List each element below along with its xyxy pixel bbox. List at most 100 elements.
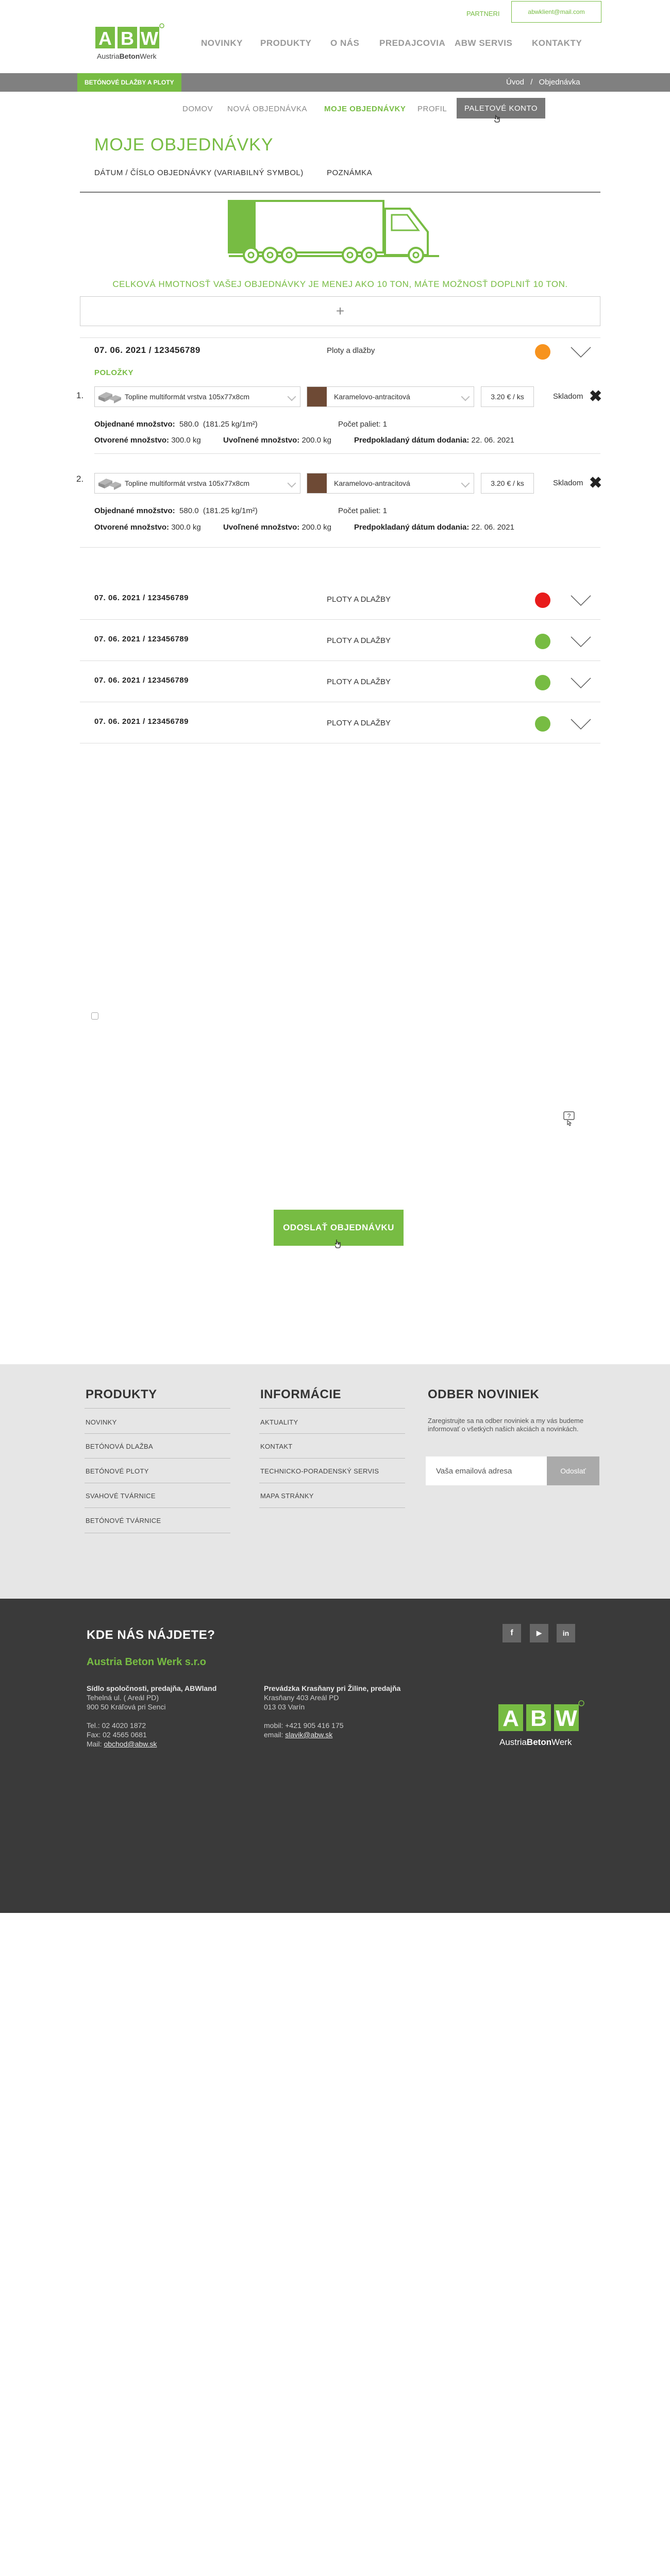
footer-kde-title: KDE NÁS NÁJDETE?	[87, 1628, 215, 1642]
price-field[interactable]: 3.20 € / ks	[481, 386, 534, 407]
header-divider	[80, 192, 600, 193]
logo-sub-beton: Beton	[526, 1737, 552, 1747]
linkedin-icon[interactable]: in	[557, 1624, 575, 1642]
order-divider	[80, 619, 600, 620]
footer-informacie-title: INFORMÁCIE	[260, 1387, 341, 1401]
order-divider	[80, 337, 600, 338]
email-label: email:	[264, 1731, 283, 1739]
released-quantity: Uvoľnené množstvo: 200.0 kg	[223, 523, 331, 532]
subnav-moje-objednavky[interactable]: MOJE OBJEDNÁVKY	[324, 105, 406, 113]
address-prevadzka: Prevádzka Krasňany pri Žiline, predajňa …	[264, 1684, 429, 1739]
footer-divider	[259, 1507, 405, 1508]
logo-sub-werk: Werk	[551, 1737, 572, 1747]
item-number: 1.	[76, 391, 84, 400]
nav-novinky[interactable]: NOVINKY	[201, 38, 243, 48]
order-category: PLOTY A DLAŽBY	[327, 595, 391, 604]
checkbox[interactable]	[91, 1012, 98, 1020]
date-value: 22. 06. 2021	[471, 436, 514, 445]
logo-sub-werk: Werk	[140, 52, 157, 60]
items-title: POLOŽKY	[94, 368, 134, 377]
footer-link-kontakt[interactable]: KONTAKT	[260, 1443, 293, 1450]
youtube-icon[interactable]: ▶	[530, 1624, 548, 1642]
footer-link-servis[interactable]: TECHNICKO-PORADENSKÝ SERVIS	[260, 1467, 379, 1475]
fax: Fax: 02 4565 0681	[87, 1731, 147, 1739]
paving-block-icon	[98, 392, 121, 403]
paletove-konto-button[interactable]: PALETOVÉ KONTO	[457, 98, 545, 118]
price-field[interactable]: 3.20 € / ks	[481, 473, 534, 494]
chevron-down-icon	[461, 479, 470, 488]
footer-link-betonove-tvarnice[interactable]: BETÓNOVÉ TVÁRNICE	[86, 1517, 161, 1524]
footer-link-mapa[interactable]: MAPA STRÁNKY	[260, 1492, 314, 1500]
newsletter-description: Zaregistrujte sa na odber noviniek a my …	[428, 1417, 584, 1433]
mail-link[interactable]: obchod@abw.sk	[104, 1740, 157, 1748]
abw-logo[interactable]: A B W AustriaBetonWerk	[93, 23, 166, 64]
footer-link-aktuality[interactable]: AKTUALITY	[260, 1418, 298, 1426]
footer-link-betonova-dlazba[interactable]: BETÓNOVÁ DLAŽBA	[86, 1443, 153, 1450]
subnav-nova-objednavka[interactable]: NOVÁ OBJEDNÁVKA	[227, 105, 307, 113]
footer-link-svahove-tvarnice[interactable]: SVAHOVÉ TVÁRNICE	[86, 1492, 156, 1500]
order-header[interactable]: 07. 06. 2021 / 123456789	[94, 635, 189, 643]
color-select[interactable]: Karamelovo-antracitová	[307, 473, 474, 494]
chevron-down-icon[interactable]	[571, 347, 591, 358]
color-swatch	[307, 473, 327, 493]
pallets-label: Počet paliet:	[338, 506, 381, 515]
remove-item-icon[interactable]: ✖	[589, 476, 602, 491]
add-order-button[interactable]: +	[80, 296, 600, 326]
order-divider	[80, 547, 600, 548]
svg-text:W: W	[141, 28, 158, 49]
nav-o-nas[interactable]: O NÁS	[330, 38, 359, 48]
category-tag[interactable]: BETÓNOVÉ DLAŽBY A PLOTY	[77, 73, 181, 92]
ordered-quantity: Objednané množstvo: 580.0 (181.25 kg/1m²…	[94, 506, 258, 515]
footer-divider	[259, 1408, 405, 1409]
footer-contact-section	[0, 1599, 670, 1913]
footer-link-betonove-ploty[interactable]: BETÓNOVÉ PLOTY	[86, 1467, 149, 1475]
subnav-profil[interactable]: PROFIL	[417, 105, 447, 113]
newsletter-submit-button[interactable]: Odoslať	[547, 1456, 599, 1485]
newsletter-email-input[interactable]: Vaša emailová adresa	[426, 1456, 547, 1485]
open-label: Otvorené množstvo:	[94, 436, 170, 445]
product-select[interactable]: Topline multiformát vrstva 105x77x8cm	[94, 386, 300, 407]
footer-divider	[85, 1458, 230, 1459]
footer-logo: A B W AustriaBetonWerk	[497, 1700, 585, 1754]
page-title: MOJE OBJEDNÁVKY	[94, 135, 274, 155]
chevron-down-icon[interactable]	[571, 719, 591, 730]
nav-abw-servis[interactable]: ABW SERVIS	[455, 38, 512, 48]
order-header-expanded[interactable]: 07. 06. 2021 / 123456789	[94, 345, 200, 355]
remove-item-icon[interactable]: ✖	[589, 389, 602, 404]
partneri-link[interactable]: PARTNERI	[466, 10, 500, 18]
ordered-label: Objednané množstvo:	[94, 420, 175, 429]
chevron-down-icon	[287, 392, 296, 401]
logo-subtitle: AustriaBetonWerk	[97, 52, 157, 60]
order-header[interactable]: 07. 06. 2021 / 123456789	[94, 676, 189, 685]
footer-odber-title: ODBER NOVINIEK	[428, 1387, 540, 1401]
color-name: Karamelovo-antracitová	[334, 479, 410, 487]
released-quantity: Uvoľnené množstvo: 200.0 kg	[223, 436, 331, 445]
truck-capacity-graphic	[228, 198, 441, 265]
email-link[interactable]: slavik@abw.sk	[285, 1731, 332, 1739]
subnav-domov[interactable]: DOMOV	[182, 105, 213, 113]
nav-kontakty[interactable]: KONTAKTY	[532, 38, 582, 48]
pallet-count: Počet paliet: 1	[338, 506, 387, 515]
breadcrumb-home[interactable]: Úvod	[506, 78, 524, 87]
ordered-value: 580.0	[179, 420, 199, 429]
product-select[interactable]: Topline multiformát vrstva 105x77x8cm	[94, 473, 300, 494]
nav-predajcovia[interactable]: PREDAJCOVIA	[379, 38, 445, 48]
date-value: 22. 06. 2021	[471, 523, 514, 532]
chevron-down-icon[interactable]	[571, 636, 591, 648]
order-header[interactable]: 07. 06. 2021 / 123456789	[94, 717, 189, 726]
question-cursor-icon: ?	[563, 1111, 576, 1127]
cursor-hand-icon	[494, 114, 501, 123]
chevron-down-icon[interactable]	[571, 677, 591, 689]
mobile: mobil: +421 905 416 175	[264, 1721, 344, 1730]
svg-text:B: B	[121, 28, 134, 49]
color-select[interactable]: Karamelovo-antracitová	[307, 386, 474, 407]
user-account-button[interactable]: abwklient@mail.com	[511, 1, 601, 23]
status-dot	[535, 634, 550, 649]
order-header[interactable]: 07. 06. 2021 / 123456789	[94, 594, 189, 602]
chevron-down-icon[interactable]	[571, 595, 591, 606]
ordered-value: 580.0	[179, 506, 199, 515]
ordered-label: Objednané množstvo:	[94, 506, 175, 515]
nav-produkty[interactable]: PRODUKTY	[260, 38, 311, 48]
facebook-icon[interactable]: f	[502, 1624, 521, 1642]
footer-link-novinky[interactable]: NOVINKY	[86, 1418, 117, 1426]
